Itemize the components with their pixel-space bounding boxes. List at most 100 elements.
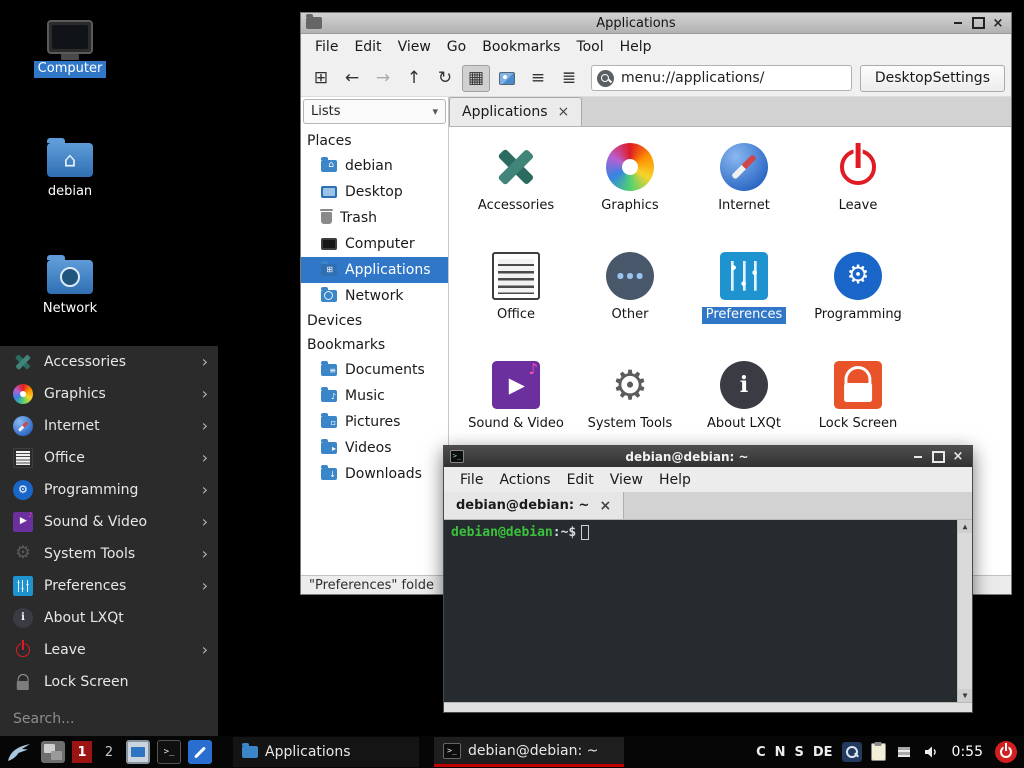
workspace-1-button[interactable]: 1 — [72, 741, 92, 763]
terminal-menu-file[interactable]: File — [452, 470, 491, 490]
lists-combobox[interactable]: Lists — [303, 99, 446, 124]
app-item-other[interactable]: Other — [573, 248, 687, 357]
workspace-2-button[interactable]: 2 — [99, 741, 119, 763]
sidebar-item-debian[interactable]: debian — [301, 153, 448, 179]
minimize-icon[interactable] — [910, 449, 926, 464]
sound-video-icon — [13, 512, 33, 532]
terminal-scrollbar[interactable] — [957, 520, 972, 702]
places-header[interactable]: Places — [301, 129, 448, 153]
menu-item-internet[interactable]: Internet — [0, 410, 218, 442]
sidebar-item-applications[interactable]: Applications — [301, 257, 448, 283]
up-icon[interactable] — [400, 65, 428, 92]
terminal-screen[interactable]: debian@debian:~$ — [444, 520, 972, 702]
power-button[interactable] — [995, 741, 1017, 763]
close-icon[interactable] — [990, 16, 1006, 31]
fm-menu-bookmarks[interactable]: Bookmarks — [474, 37, 568, 57]
keyboard-tray-icon[interactable] — [895, 745, 913, 759]
desktop-settings-button[interactable]: DesktopSettings — [860, 65, 1005, 92]
fm-menu-edit[interactable]: Edit — [346, 37, 389, 57]
tab-close-icon[interactable] — [599, 499, 611, 513]
minimize-icon[interactable] — [950, 16, 966, 31]
desktop-icon-network[interactable]: Network — [24, 255, 116, 318]
app-item-programming[interactable]: Programming — [801, 248, 915, 357]
close-icon[interactable] — [950, 449, 966, 464]
address-bar[interactable]: menu://applications/ — [591, 65, 852, 91]
sidebar-item-pictures[interactable]: Pictures — [301, 409, 448, 435]
terminal-menu-help[interactable]: Help — [651, 470, 699, 490]
app-item-internet[interactable]: Internet — [687, 139, 801, 248]
menu-item-lock-screen[interactable]: Lock Screen — [0, 666, 218, 698]
forward-icon[interactable] — [369, 65, 397, 92]
devices-header[interactable]: Devices — [301, 309, 448, 333]
reload-icon[interactable] — [431, 65, 459, 92]
fm-menu-help[interactable]: Help — [612, 37, 660, 57]
clock[interactable]: 0:55 — [952, 744, 983, 760]
keyboard-layout-indicator[interactable]: DE — [813, 745, 833, 760]
system-tray[interactable]: C N S DE 0:55 — [756, 741, 1020, 763]
menu-item-graphics[interactable]: Graphics — [0, 378, 218, 410]
power-icon — [834, 143, 882, 191]
app-item-office[interactable]: Office — [459, 248, 573, 357]
sidebar-item-computer[interactable]: Computer — [301, 231, 448, 257]
volume-icon[interactable] — [922, 743, 940, 761]
maximize-icon[interactable] — [970, 16, 986, 31]
terminal-tab[interactable]: debian@debian: ~ — [444, 492, 624, 519]
fm-menu-tool[interactable]: Tool — [568, 37, 611, 57]
taskbar-task-applications[interactable]: Applications — [233, 737, 419, 767]
terminal-menu-actions[interactable]: Actions — [491, 470, 558, 490]
menu-item-programming[interactable]: Programming — [0, 474, 218, 506]
sidebar-item-trash[interactable]: Trash — [301, 205, 448, 231]
new-tab-icon[interactable] — [307, 65, 335, 92]
tab-close-icon[interactable] — [558, 105, 570, 119]
taskbar-task-terminal[interactable]: >_ debian@debian: ~ — [434, 737, 624, 767]
terminal-titlebar[interactable]: >_ debian@debian: ~ — [444, 446, 972, 467]
menu-item-preferences[interactable]: Preferences — [0, 570, 218, 602]
show-desktop-icon[interactable] — [41, 741, 65, 763]
indicator-num: N — [775, 745, 786, 760]
sidebar-item-music[interactable]: Music — [301, 383, 448, 409]
quicklaunch-file-manager-icon[interactable] — [126, 740, 150, 764]
desktop-icon-computer[interactable]: Computer — [24, 20, 116, 78]
applications-icon — [321, 264, 337, 276]
scroll-down-icon[interactable] — [958, 689, 972, 702]
tab-applications[interactable]: Applications — [449, 97, 582, 126]
desktop-icon-debian[interactable]: debian — [24, 138, 116, 201]
fm-menu-view[interactable]: View — [390, 37, 439, 57]
clipboard-tray-icon[interactable] — [871, 743, 886, 761]
bookmarks-header[interactable]: Bookmarks — [301, 333, 448, 357]
menu-item-accessories[interactable]: Accessories — [0, 346, 218, 378]
terminal-menu-view[interactable]: View — [602, 470, 651, 490]
menu-item-office[interactable]: Office — [0, 442, 218, 474]
menu-search-input[interactable] — [13, 711, 205, 727]
sidebar-item-desktop[interactable]: Desktop — [301, 179, 448, 205]
sidebar-item-videos[interactable]: Videos — [301, 435, 448, 461]
sidebar-item-network[interactable]: Network — [301, 283, 448, 309]
scroll-up-icon[interactable] — [958, 520, 972, 533]
quicklaunch-terminal-icon[interactable]: >_ — [157, 740, 181, 764]
menu-item-about-lxqt[interactable]: About LXQt — [0, 602, 218, 634]
app-item-graphics[interactable]: Graphics — [573, 139, 687, 248]
app-item-accessories[interactable]: Accessories — [459, 139, 573, 248]
menu-item-sound-video[interactable]: Sound & Video — [0, 506, 218, 538]
other-icon — [606, 252, 654, 300]
chevron-right-icon — [202, 482, 208, 498]
icon-view-icon[interactable] — [462, 65, 490, 92]
magnifier-tray-icon[interactable] — [842, 742, 862, 762]
terminal-menu-edit[interactable]: Edit — [559, 470, 602, 490]
thumbnail-view-icon[interactable] — [493, 65, 521, 92]
menu-item-leave[interactable]: Leave — [0, 634, 218, 666]
maximize-icon[interactable] — [930, 449, 946, 464]
back-icon[interactable] — [338, 65, 366, 92]
sidebar-item-documents[interactable]: Documents — [301, 357, 448, 383]
fm-menu-go[interactable]: Go — [439, 37, 474, 57]
quicklaunch-editor-icon[interactable] — [188, 740, 212, 764]
detailed-view-icon[interactable] — [555, 65, 583, 92]
app-item-leave[interactable]: Leave — [801, 139, 915, 248]
sidebar-item-downloads[interactable]: Downloads — [301, 461, 448, 487]
compact-view-icon[interactable] — [524, 65, 552, 92]
start-menu-button[interactable] — [4, 738, 34, 766]
fm-titlebar[interactable]: Applications — [301, 13, 1011, 34]
fm-menu-file[interactable]: File — [307, 37, 346, 57]
menu-item-system-tools[interactable]: System Tools — [0, 538, 218, 570]
app-item-preferences[interactable]: Preferences — [687, 248, 801, 357]
